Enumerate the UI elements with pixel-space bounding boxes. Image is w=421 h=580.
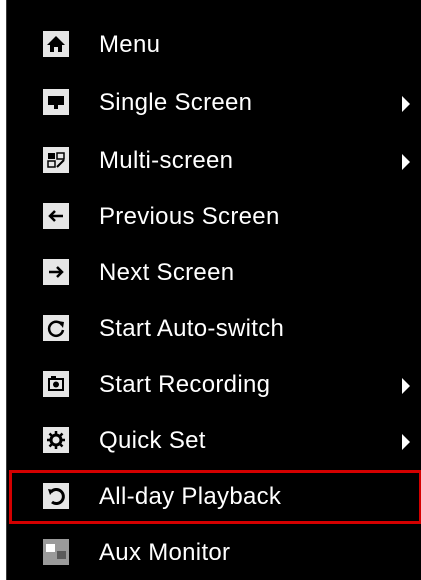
gear-icon	[43, 427, 69, 453]
menu-item-start-auto-switch[interactable]: Start Auto-switch	[7, 302, 420, 356]
menu-item-label: Next Screen	[99, 259, 235, 286]
arrow-right-icon	[43, 259, 69, 285]
home-icon	[43, 31, 69, 57]
single-screen-icon	[43, 89, 69, 115]
menu-item-quick-set[interactable]: Quick Set	[7, 414, 420, 468]
submenu-arrow-icon	[402, 378, 410, 394]
menu-item-previous-screen[interactable]: Previous Screen	[7, 190, 420, 244]
submenu-arrow-icon	[402, 96, 410, 112]
menu-item-next-screen[interactable]: Next Screen	[7, 246, 420, 300]
menu-item-label: Quick Set	[99, 427, 206, 454]
arrow-left-icon	[43, 203, 69, 229]
aux-monitor-icon	[43, 539, 69, 565]
menu-item-label: Menu	[99, 31, 161, 58]
submenu-arrow-icon	[402, 154, 410, 170]
playback-icon	[43, 483, 69, 509]
submenu-arrow-icon	[402, 434, 410, 450]
menu-item-menu[interactable]: Menu	[7, 18, 420, 72]
context-menu: Menu Single Screen Multi-screen Previous…	[6, 0, 421, 580]
menu-item-label: Aux Monitor	[99, 539, 231, 566]
record-icon	[43, 371, 69, 397]
menu-item-label: Previous Screen	[99, 203, 280, 230]
menu-item-all-day-playback[interactable]: All-day Playback	[9, 470, 421, 524]
multi-screen-icon	[43, 147, 69, 173]
menu-item-label: Start Recording	[99, 371, 271, 398]
menu-item-label: Single Screen	[99, 89, 253, 116]
menu-item-multi-screen[interactable]: Multi-screen	[7, 134, 420, 188]
menu-item-label: Start Auto-switch	[99, 315, 285, 342]
menu-item-label: All-day Playback	[99, 483, 282, 510]
menu-item-single-screen[interactable]: Single Screen	[7, 76, 420, 130]
menu-item-aux-monitor[interactable]: Aux Monitor	[7, 526, 420, 580]
menu-item-label: Multi-screen	[99, 147, 234, 174]
menu-item-start-recording[interactable]: Start Recording	[7, 358, 420, 412]
refresh-icon	[43, 315, 69, 341]
